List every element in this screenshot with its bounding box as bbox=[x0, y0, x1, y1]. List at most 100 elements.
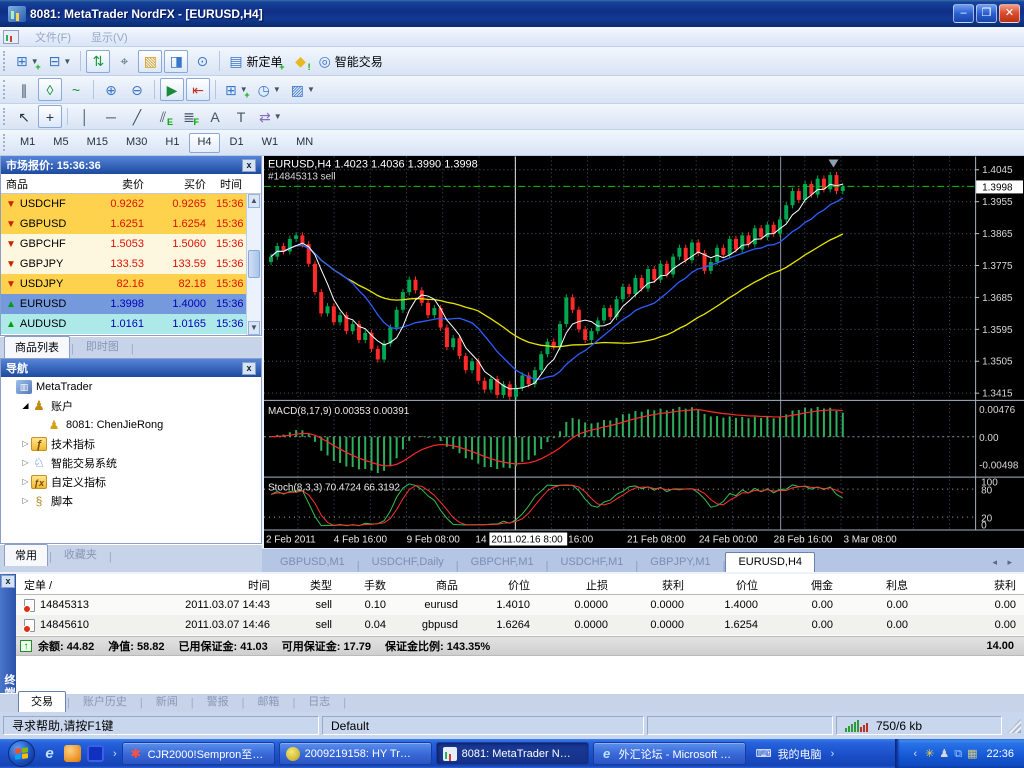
symbol-row-gbpchf[interactable]: ▼ GBPCHF 1.5053 1.5060 15:36 bbox=[1, 234, 261, 254]
pinyin-star-tray-icon[interactable]: ✳ bbox=[925, 747, 934, 761]
indicators-button[interactable]: ⊞ + ▼ bbox=[221, 78, 252, 101]
line-chart-button[interactable]: ~ bbox=[64, 78, 88, 101]
terminal-tab-1[interactable]: 账户历史 bbox=[71, 692, 139, 712]
new-order-button[interactable]: ▤ + 新定单 bbox=[225, 50, 286, 73]
market-watch-button[interactable]: ⇅ bbox=[86, 49, 111, 73]
expander-closed-icon[interactable]: ▷ bbox=[20, 496, 31, 505]
toolbar-grip[interactable] bbox=[3, 133, 8, 152]
task-button-ie[interactable]: e 外汇论坛 - Microsoft … bbox=[592, 742, 746, 765]
market-watch-close-icon[interactable]: x bbox=[242, 158, 256, 172]
mdi-child-icon[interactable] bbox=[3, 29, 19, 44]
nav-item-scripts[interactable]: ▷ § 脚本 bbox=[1, 491, 261, 510]
orders-column-0[interactable]: 定单 / bbox=[16, 577, 112, 593]
messenger-quicklaunch-icon[interactable] bbox=[64, 745, 81, 762]
nav-item-custom-indicators[interactable]: ▷ ƒx 自定义指标 bbox=[1, 472, 261, 491]
timeframe-mn[interactable]: MN bbox=[288, 133, 321, 153]
chart-tab-gbpusd-m1[interactable]: GBPUSD,M1 bbox=[268, 553, 357, 572]
orders-column-3[interactable]: 手数 bbox=[340, 577, 394, 593]
auto-scroll-button[interactable]: ▶ bbox=[160, 78, 184, 101]
orders-column-8[interactable]: 价位 bbox=[692, 577, 766, 593]
expert-advisors-button[interactable]: ◎ 智能交易 bbox=[315, 50, 387, 73]
equidistant-channel-button[interactable]: ⫽ E bbox=[151, 105, 175, 128]
terminal-tab-4[interactable]: 邮箱 bbox=[245, 692, 291, 712]
chart-tab-eurusd-h4[interactable]: EURUSD,H4 bbox=[725, 552, 816, 572]
navigator-close-icon[interactable]: x bbox=[242, 361, 256, 375]
text-button[interactable]: A bbox=[203, 105, 227, 128]
terminal-tab-5[interactable]: 日志 bbox=[296, 692, 342, 712]
toolbar-chevron-icon[interactable]: › bbox=[831, 748, 835, 760]
cursor-button[interactable]: ↖ bbox=[12, 105, 36, 128]
orders-column-2[interactable]: 类型 bbox=[278, 577, 340, 593]
symbol-row-usdchf[interactable]: ▼ USDCHF 0.9262 0.9265 15:36 bbox=[1, 194, 261, 214]
chart-window[interactable]: 1.4045 1.3955 1.3865 1.3775 1.3685 1.3595 1.35… bbox=[262, 156, 1024, 548]
orders-column-11[interactable]: 获利 bbox=[916, 577, 1024, 593]
expander-closed-icon[interactable]: ▷ bbox=[20, 458, 31, 467]
scroll-down-icon[interactable]: ▼ bbox=[248, 321, 260, 335]
timeframe-m1[interactable]: M1 bbox=[12, 133, 43, 153]
network-tray-icon[interactable]: ⧉ bbox=[954, 747, 962, 761]
restore-button[interactable]: ❐ bbox=[976, 4, 997, 23]
chart-tab-usdchf-m1[interactable]: USDCHF,M1 bbox=[548, 553, 635, 572]
task-button-forum[interactable]: ✱ CJR2000!Sempron至… bbox=[121, 742, 275, 765]
navigator-tab-0[interactable]: 常用 bbox=[4, 544, 48, 566]
nav-item-metatrader[interactable]: ▥ MetaTrader bbox=[1, 377, 261, 396]
horizontal-line-button[interactable]: ─ bbox=[99, 105, 123, 128]
zoom-out-button[interactable]: ⊖ bbox=[125, 78, 149, 101]
market-watch-tab-1[interactable]: 即时图 bbox=[75, 335, 130, 358]
periods-button[interactable]: ◷ ▼ bbox=[254, 78, 285, 101]
expander-closed-icon[interactable]: ▷ bbox=[20, 439, 31, 448]
navigator-tab-1[interactable]: 收藏夹 bbox=[53, 543, 108, 566]
strategy-tester-button[interactable]: ⊙ bbox=[190, 50, 214, 73]
chart-shift-button[interactable]: ⇤ bbox=[186, 78, 210, 101]
timeframe-h4[interactable]: H4 bbox=[189, 132, 220, 153]
fibonacci-button[interactable]: ≣ F bbox=[177, 105, 201, 128]
resize-grip[interactable] bbox=[1007, 718, 1021, 733]
terminal-button[interactable]: ◨ bbox=[164, 49, 189, 73]
zoom-in-button[interactable]: ⊕ bbox=[99, 78, 123, 101]
new-chart-button[interactable]: ⊞ + ▼ bbox=[12, 50, 43, 73]
timeframe-w1[interactable]: W1 bbox=[254, 133, 287, 153]
chart-profiles-button[interactable]: ⊟ ▼ bbox=[45, 50, 76, 73]
bar-chart-button[interactable]: ∥ bbox=[12, 78, 36, 101]
symbol-row-gbpjpy[interactable]: ▼ GBPJPY 133.53 133.59 15:36 bbox=[1, 254, 261, 274]
menu-view[interactable]: 显示(V) bbox=[81, 27, 138, 47]
task-button-mt4[interactable]: 8081: MetaTrader N… bbox=[435, 742, 589, 765]
status-profile[interactable]: Default bbox=[322, 716, 644, 735]
chart-tab-gbpchf-m1[interactable]: GBPCHF,M1 bbox=[459, 553, 546, 572]
ie-quicklaunch-icon[interactable]: e bbox=[41, 745, 58, 762]
tray-collapse-chevron-icon[interactable]: ‹ bbox=[913, 748, 917, 760]
data-window-button[interactable]: ⌖ bbox=[112, 50, 136, 73]
scroll-up-icon[interactable]: ▲ bbox=[248, 194, 260, 208]
chart-tab-gbpjpy-m1[interactable]: GBPJPY,M1 bbox=[638, 553, 722, 572]
menu-file[interactable]: 文件(F) bbox=[25, 27, 81, 47]
scroll-thumb[interactable] bbox=[248, 250, 260, 278]
keyboard-icon[interactable]: ⌨ bbox=[756, 747, 772, 761]
orders-column-10[interactable]: 利息 bbox=[841, 577, 916, 593]
nav-item-experts[interactable]: ▷ ♘ 智能交易系统 bbox=[1, 453, 261, 472]
text-label-button[interactable]: T bbox=[229, 105, 253, 128]
order-row-14845610[interactable]: 14845610 2011.03.07 14:46 sell 0.04 gbpusd 1.… bbox=[16, 615, 1024, 635]
symbol-row-eurusd[interactable]: ▲ EURUSD 1.3998 1.4000 15:36 bbox=[1, 294, 261, 314]
quick-launch-chevron-icon[interactable]: › bbox=[113, 748, 117, 760]
toolbar-grip[interactable] bbox=[3, 80, 8, 99]
user-agent-tray-icon[interactable]: ♟ bbox=[939, 747, 949, 761]
symbol-row-audusd[interactable]: ▲ AUDUSD 1.0161 1.0165 15:36 bbox=[1, 314, 261, 334]
arrows-button[interactable]: ⇄ ▼ bbox=[255, 105, 286, 128]
orders-column-4[interactable]: 商品 bbox=[394, 577, 466, 593]
timeframe-m30[interactable]: M30 bbox=[118, 133, 155, 153]
expander-open-icon[interactable]: ◢ bbox=[20, 401, 31, 410]
expander-closed-icon[interactable]: ▷ bbox=[20, 477, 31, 486]
terminal-close-icon[interactable]: x bbox=[1, 575, 15, 588]
order-row-14845313[interactable]: 14845313 2011.03.07 14:43 sell 0.10 eurusd 1.… bbox=[16, 595, 1024, 615]
trend-line-button[interactable]: ╱ bbox=[125, 105, 149, 128]
tab-scroll-arrows[interactable]: ◂ ▸ bbox=[992, 557, 1016, 568]
terminal-tab-3[interactable]: 警报 bbox=[195, 692, 241, 712]
candlestick-chart-button[interactable]: ◊ bbox=[38, 78, 62, 101]
my-computer-label[interactable]: 我的电脑 bbox=[778, 746, 822, 762]
orders-column-1[interactable]: 时间 bbox=[112, 577, 278, 593]
close-button[interactable]: ✕ bbox=[999, 4, 1020, 23]
timeframe-m15[interactable]: M15 bbox=[79, 133, 116, 153]
timeframe-m5[interactable]: M5 bbox=[45, 133, 76, 153]
minimize-button[interactable]: – bbox=[953, 4, 974, 23]
symbol-row-gbpusd[interactable]: ▼ GBPUSD 1.6251 1.6254 15:36 bbox=[1, 214, 261, 234]
